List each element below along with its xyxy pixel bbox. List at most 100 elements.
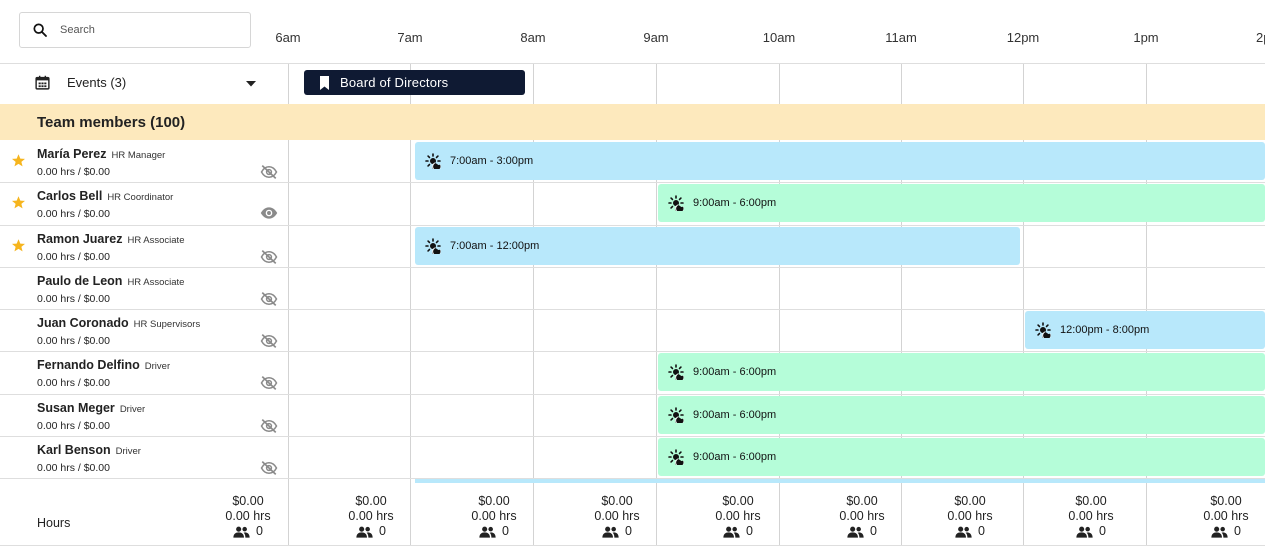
member-name[interactable]: Karl Benson Driver — [37, 443, 141, 457]
hour-total: $0.00 0.00 hrs 0 — [454, 494, 534, 542]
member-name[interactable]: Paulo de Leon HR Associate — [37, 274, 184, 288]
shift-time: 7:00am - 12:00pm — [450, 240, 540, 252]
total-people: 0 — [479, 524, 509, 539]
chevron-down-icon[interactable] — [246, 81, 256, 87]
member-name-text: Karl Benson — [37, 443, 111, 457]
search-box[interactable] — [19, 12, 251, 48]
shift-time: 7:00am - 3:00pm — [450, 155, 534, 167]
header-divider — [0, 63, 1265, 64]
member-role: Driver — [119, 404, 146, 415]
hour-label: 10am — [762, 30, 796, 45]
total-people: 0 — [602, 524, 632, 539]
shift-block[interactable]: 7:00am - 3:00pm — [415, 142, 1265, 180]
row-divider — [0, 309, 1265, 310]
total-cost: $0.00 — [601, 494, 633, 508]
event-board-of-directors[interactable]: Board of Directors — [304, 70, 525, 95]
total-hours: 0.00 hrs — [225, 509, 271, 523]
member-hours: 0.00 hrs / $0.00 — [37, 377, 110, 389]
row-divider — [0, 436, 1265, 437]
member-name[interactable]: Fernando Delfino Driver — [37, 358, 170, 372]
star-icon[interactable] — [11, 153, 26, 173]
hour-total: $0.00 0.00 hrs 0 — [577, 494, 657, 542]
hour-total: $0.00 0.00 hrs 0 — [822, 494, 902, 542]
people-icon — [847, 526, 864, 538]
shift-block[interactable]: 9:00am - 6:00pm — [658, 396, 1265, 434]
bookmark-icon — [320, 75, 329, 90]
people-icon — [1076, 526, 1093, 538]
member-name[interactable]: Juan Coronado HR Supervisors — [37, 316, 200, 330]
hour-label: 6am — [275, 30, 301, 45]
hour-total: $0.00 0.00 hrs 0 — [208, 494, 288, 542]
hour-label: 2pm — [1256, 30, 1265, 45]
eye-icon[interactable] — [260, 206, 278, 225]
people-icon — [479, 526, 496, 538]
row-divider — [0, 351, 1265, 352]
member-name-text: Paulo de Leon — [37, 274, 123, 288]
shift-block[interactable]: 7:00am - 12:00pm — [415, 227, 1020, 265]
star-icon[interactable] — [11, 195, 26, 215]
member-hours: 0.00 hrs / $0.00 — [37, 420, 110, 432]
people-count: 0 — [502, 524, 509, 538]
member-role: HR Supervisors — [133, 319, 201, 330]
eye-off-icon[interactable] — [260, 333, 278, 354]
hour-label: 12pm — [1006, 30, 1040, 45]
total-cost: $0.00 — [846, 494, 878, 508]
member-name-text: Carlos Bell — [37, 189, 103, 203]
member-name[interactable]: Susan Meger Driver — [37, 401, 145, 415]
hour-total: $0.00 0.00 hrs 0 — [1186, 494, 1265, 542]
events-selector[interactable]: Events (3) — [34, 74, 126, 91]
eye-off-icon[interactable] — [260, 291, 278, 312]
member-name[interactable]: Carlos Bell HR Coordinator — [37, 189, 173, 203]
member-role: HR Coordinator — [107, 192, 174, 203]
day-night-icon — [425, 238, 441, 254]
total-people: 0 — [955, 524, 985, 539]
shift-block[interactable]: 9:00am - 6:00pm — [658, 184, 1265, 222]
people-icon — [356, 526, 373, 538]
member-name[interactable]: María Perez HR Manager — [37, 147, 165, 161]
people-count: 0 — [625, 524, 632, 538]
hour-total: $0.00 0.00 hrs 0 — [1051, 494, 1131, 542]
eye-off-icon[interactable] — [260, 375, 278, 396]
eye-off-icon[interactable] — [260, 418, 278, 439]
hour-label: 7am — [397, 30, 423, 45]
member-role: HR Associate — [127, 235, 185, 246]
day-night-icon — [668, 195, 684, 211]
people-count: 0 — [746, 524, 753, 538]
footer-top-divider — [0, 478, 1265, 479]
total-cost: $0.00 — [954, 494, 986, 508]
total-hours: 0.00 hrs — [471, 509, 517, 523]
total-cost: $0.00 — [722, 494, 754, 508]
hour-label: 9am — [643, 30, 669, 45]
member-name-text: Juan Coronado — [37, 316, 129, 330]
total-people: 0 — [847, 524, 877, 539]
total-people: 0 — [233, 524, 263, 539]
people-icon — [602, 526, 619, 538]
shift-time: 12:00pm - 8:00pm — [1060, 324, 1150, 336]
hour-label: 8am — [520, 30, 546, 45]
member-hours: 0.00 hrs / $0.00 — [37, 251, 110, 263]
team-members-title: Team members (100) — [37, 114, 186, 131]
shift-block-partial[interactable] — [415, 479, 1265, 483]
hour-total: $0.00 0.00 hrs 0 — [331, 494, 411, 542]
people-count: 0 — [379, 524, 386, 538]
shift-time: 9:00am - 6:00pm — [693, 366, 777, 378]
member-name-text: Fernando Delfino — [37, 358, 140, 372]
shift-block[interactable]: 9:00am - 6:00pm — [658, 353, 1265, 391]
eye-off-icon[interactable] — [260, 249, 278, 270]
member-hours: 0.00 hrs / $0.00 — [37, 293, 110, 305]
total-cost: $0.00 — [355, 494, 387, 508]
total-hours: 0.00 hrs — [947, 509, 993, 523]
people-count: 0 — [256, 524, 263, 538]
people-icon — [723, 526, 740, 538]
star-icon[interactable] — [11, 238, 26, 258]
hour-total: $0.00 0.00 hrs 0 — [930, 494, 1010, 542]
member-name[interactable]: Ramon Juarez HR Associate — [37, 232, 184, 246]
people-count: 0 — [870, 524, 877, 538]
day-night-icon — [668, 407, 684, 423]
member-hours: 0.00 hrs / $0.00 — [37, 208, 110, 220]
shift-block[interactable]: 9:00am - 6:00pm — [658, 438, 1265, 476]
eye-off-icon[interactable] — [260, 164, 278, 185]
search-input[interactable] — [58, 23, 232, 37]
day-night-icon — [425, 153, 441, 169]
shift-block[interactable]: 12:00pm - 8:00pm — [1025, 311, 1265, 349]
